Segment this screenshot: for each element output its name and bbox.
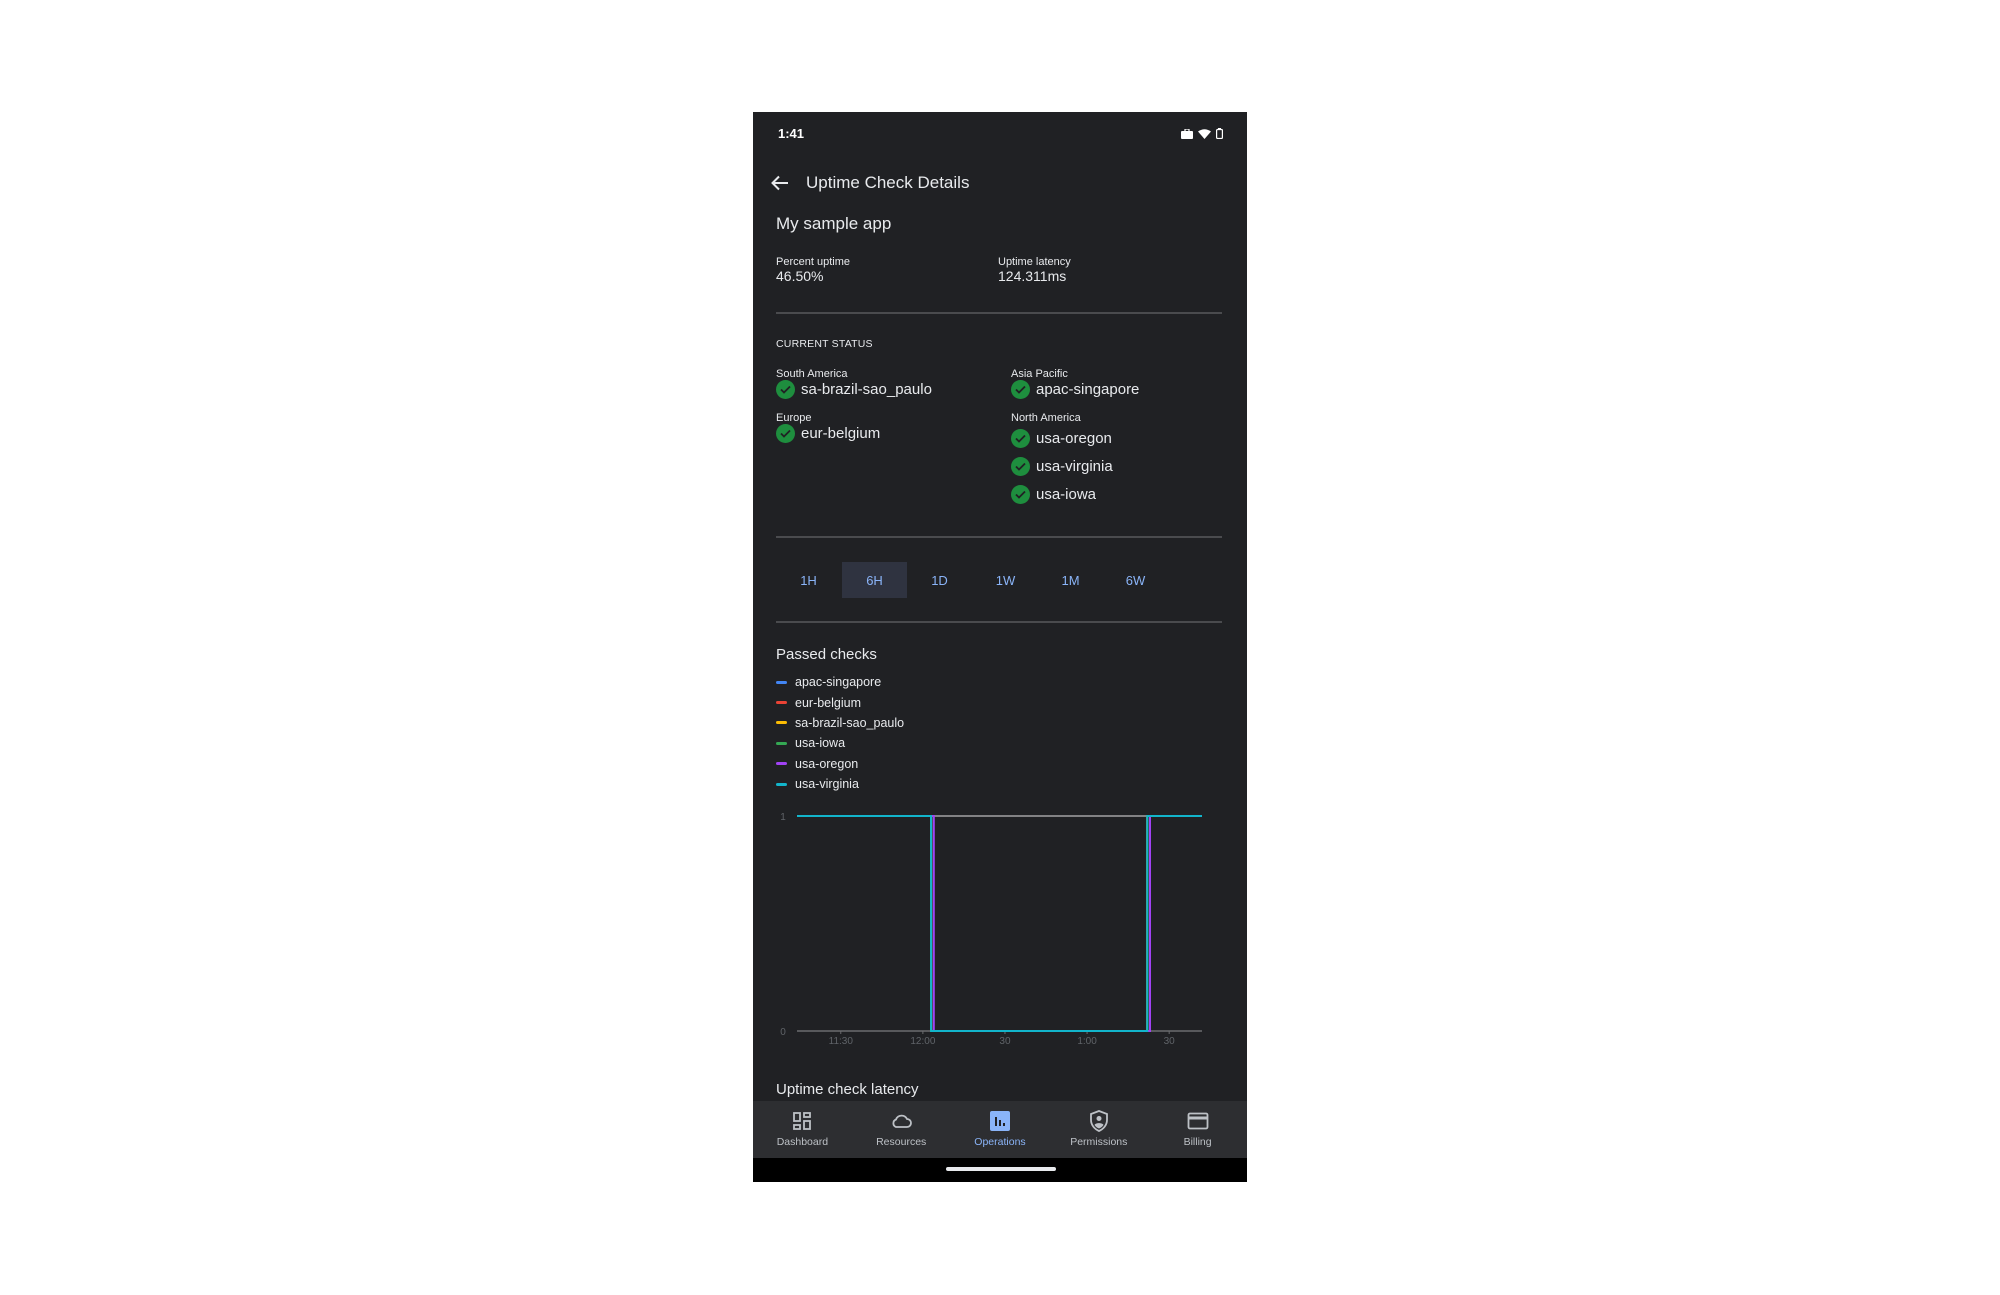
passed-checks-chart: 0 1 11:30 12:00 30 1:00 30 bbox=[780, 812, 1202, 1047]
nav-item-operations[interactable]: Operations bbox=[951, 1101, 1050, 1158]
nav-label: Dashboard bbox=[776, 1136, 829, 1148]
nav-item-billing[interactable]: Billing bbox=[1148, 1101, 1247, 1158]
shield-person-icon bbox=[1087, 1109, 1111, 1133]
gesture-area bbox=[753, 1158, 1247, 1182]
nav-label: Operations bbox=[974, 1136, 1026, 1148]
series-line-usa-oregon bbox=[797, 815, 1202, 1032]
series-line-usa-iowa bbox=[797, 815, 1202, 1032]
nav-item-dashboard[interactable]: Dashboard bbox=[753, 1101, 852, 1158]
home-gesture-handle[interactable] bbox=[946, 1167, 1056, 1171]
nav-label: Resources bbox=[876, 1136, 927, 1148]
nav-label: Billing bbox=[1183, 1136, 1212, 1148]
series-line-sa-brazil-sao_paulo bbox=[797, 815, 1202, 1032]
cloud-icon bbox=[889, 1109, 913, 1133]
series-line-apac-singapore bbox=[797, 815, 1202, 1032]
bar-chart-icon bbox=[988, 1109, 1012, 1133]
x-tick-label: 11:30 bbox=[829, 1036, 854, 1047]
series-line-usa-virginia bbox=[797, 815, 1202, 1032]
x-tick-label: 1:00 bbox=[1077, 1036, 1097, 1047]
nav-label: Permissions bbox=[1070, 1136, 1128, 1148]
dashboard-icon bbox=[790, 1109, 814, 1133]
y-tick-label: 0 bbox=[780, 1027, 786, 1038]
latency-section-title: Uptime check latency bbox=[776, 1081, 919, 1098]
phone-screen: 1:41 Uptime Check Details My sample app … bbox=[753, 112, 1247, 1182]
nav-item-resources[interactable]: Resources bbox=[852, 1101, 951, 1158]
bottom-navigation: Dashboard Resources Operations Permissio… bbox=[753, 1101, 1247, 1158]
credit-card-icon bbox=[1186, 1109, 1210, 1133]
y-tick-label: 1 bbox=[780, 812, 786, 823]
nav-item-permissions[interactable]: Permissions bbox=[1049, 1101, 1148, 1158]
series-line-eur-belgium bbox=[797, 815, 1202, 1032]
x-tick-label: 12:00 bbox=[910, 1036, 935, 1047]
x-tick-label: 30 bbox=[1164, 1036, 1176, 1047]
x-tick-label: 30 bbox=[999, 1036, 1011, 1047]
